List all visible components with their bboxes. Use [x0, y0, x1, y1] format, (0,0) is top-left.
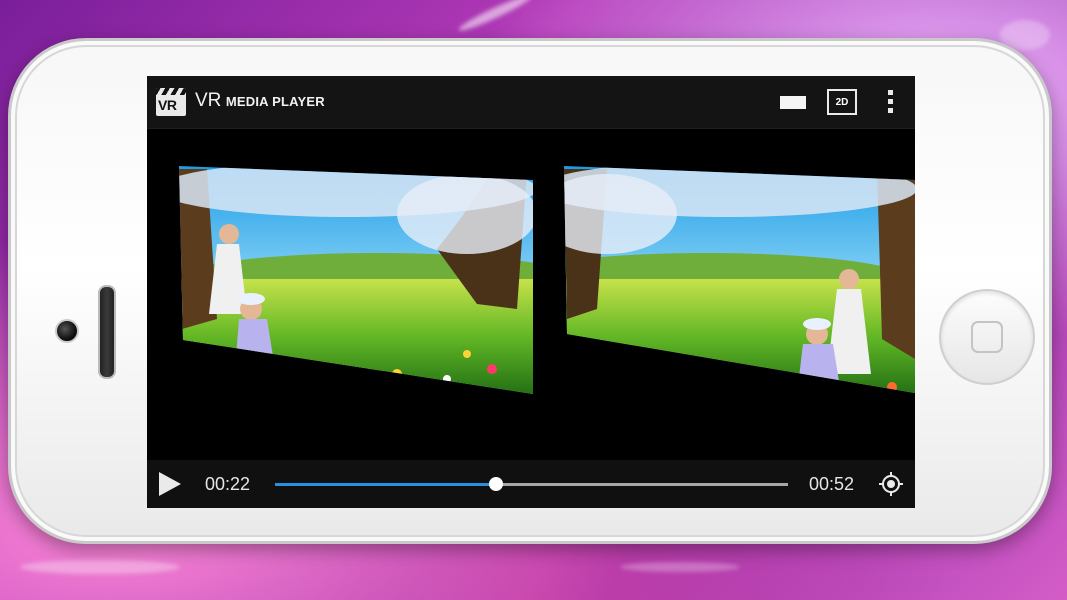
current-time: 00:22: [205, 474, 251, 494]
right-eye-view: [564, 166, 915, 393]
app-title: VR MEDIA PLAYER: [195, 90, 325, 112]
app-screen: VR VR MEDIA PLAYER 2D 00:22 00:52: [147, 76, 915, 508]
home-button[interactable]: [939, 289, 1035, 385]
total-time: 00:52: [809, 474, 855, 494]
clapperboard-logo-icon: VR: [156, 88, 186, 116]
screen-mode-button[interactable]: [780, 96, 806, 109]
app-title-sub: MEDIA PLAYER: [225, 94, 325, 109]
gps-fixed-icon[interactable]: [878, 471, 904, 497]
app-bar: VR VR MEDIA PLAYER 2D: [147, 76, 915, 129]
play-icon[interactable]: [159, 472, 181, 496]
seek-bar[interactable]: [275, 477, 788, 491]
logo-text: VR: [158, 97, 177, 113]
phone-speaker: [98, 285, 116, 379]
seek-bar-thumb[interactable]: [488, 477, 503, 491]
home-square-icon: [971, 321, 1003, 353]
seek-bar-progress: [275, 483, 496, 486]
mode-2d-button[interactable]: 2D: [827, 89, 857, 115]
app-title-main: VR: [195, 90, 222, 111]
playback-controls: 00:22 00:52: [147, 460, 915, 508]
left-eye-view: [179, 166, 533, 394]
video-area[interactable]: [147, 129, 915, 460]
phone-camera: [55, 319, 79, 343]
more-options-icon[interactable]: [884, 90, 896, 116]
